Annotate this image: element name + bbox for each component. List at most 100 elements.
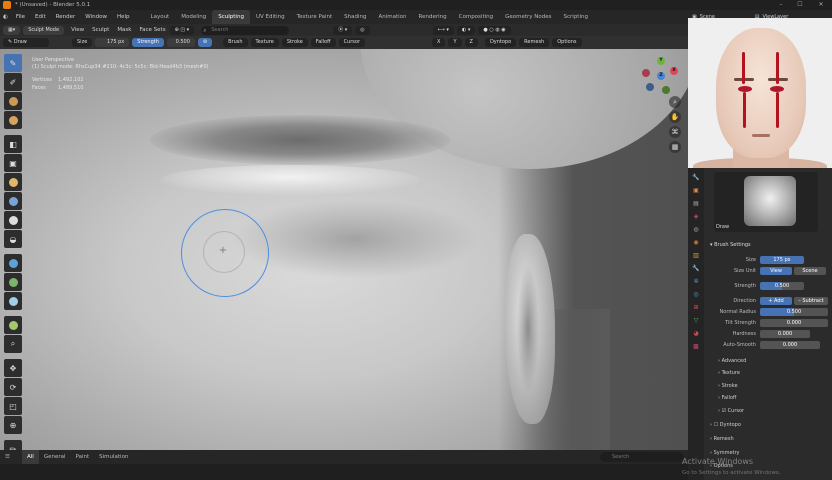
- mode-selector[interactable]: Sculpt Mode: [23, 25, 65, 35]
- menu-window[interactable]: Window: [80, 10, 112, 24]
- move-tool-icon[interactable]: ✥: [4, 359, 22, 377]
- viewport-overlays-button[interactable]: ◐ ▾: [456, 25, 476, 35]
- global-local-toggle[interactable]: ⊕ ◳ ▾: [169, 25, 195, 35]
- maximize-button[interactable]: ☐: [793, 0, 807, 10]
- texture-dropdown[interactable]: Texture: [250, 38, 279, 47]
- proportional-toggle[interactable]: ◎: [355, 25, 370, 35]
- size-field[interactable]: 175 px: [95, 38, 130, 47]
- zoom-icon[interactable]: ⌕: [669, 96, 681, 108]
- smooth-tool-icon[interactable]: [4, 211, 22, 229]
- brush-settings-header[interactable]: ▾ Brush Settings: [710, 242, 751, 248]
- cursor-dropdown[interactable]: Cursor: [338, 38, 365, 47]
- asset-tab-paint[interactable]: Paint: [71, 450, 95, 464]
- ortho-grid-icon[interactable]: ▦: [669, 141, 681, 153]
- texture-subpanel[interactable]: › Texture: [718, 370, 740, 376]
- header-search-input[interactable]: Search: [201, 25, 290, 35]
- axis-x-toggle[interactable]: X: [432, 38, 446, 47]
- crease-tool-icon[interactable]: [4, 192, 22, 210]
- gizmo-y-axis[interactable]: Y: [657, 57, 665, 65]
- shading-solid-button[interactable]: ● ○ ◍ ◉: [478, 25, 511, 35]
- menu-render[interactable]: Render: [51, 10, 81, 24]
- blender-menu-icon[interactable]: ◐: [0, 10, 11, 24]
- tab-modeling[interactable]: Modeling: [175, 10, 212, 24]
- data-tab-icon[interactable]: ▽: [691, 315, 701, 325]
- gizmo-neg-y-axis[interactable]: [662, 86, 670, 94]
- physics-tab-icon[interactable]: ◎: [691, 289, 701, 299]
- clay-strips-tool-icon[interactable]: [4, 111, 22, 129]
- stroke-subpanel[interactable]: › Stroke: [718, 383, 738, 389]
- render-tab-icon[interactable]: ▣: [691, 185, 701, 195]
- draw-sharp-tool-icon[interactable]: ✐: [4, 73, 22, 91]
- remesh-dropdown[interactable]: Remesh: [519, 38, 550, 47]
- advanced-subpanel[interactable]: › Advanced: [718, 358, 746, 364]
- direction-subtract-button[interactable]: – Subtract: [794, 297, 828, 305]
- pan-hand-icon[interactable]: ✋: [669, 111, 681, 123]
- view-layer-tab-icon[interactable]: ◈: [691, 211, 701, 221]
- stroke-dropdown[interactable]: Stroke: [281, 38, 308, 47]
- snake-hook-tool-icon[interactable]: ⌕: [4, 335, 22, 353]
- asset-tab-general[interactable]: General: [39, 450, 71, 464]
- menu-file[interactable]: File: [11, 10, 30, 24]
- active-tool-selector[interactable]: ✎ Draw: [3, 38, 49, 47]
- scrape-tool-icon[interactable]: [4, 273, 22, 291]
- scene-tab-icon[interactable]: ◍: [691, 224, 701, 234]
- tab-layout[interactable]: Layout: [145, 10, 176, 24]
- size-row-field[interactable]: 175 px: [760, 256, 804, 264]
- size-unit-view-button[interactable]: View: [760, 267, 792, 275]
- particles-tab-icon[interactable]: ✲: [691, 276, 701, 286]
- tilt-strength-field[interactable]: 0.000: [760, 319, 828, 327]
- menu-view[interactable]: View: [67, 27, 88, 33]
- brush-dropdown[interactable]: Brush: [223, 38, 248, 47]
- gizmo-neg-z-axis[interactable]: [646, 83, 654, 91]
- strength-field[interactable]: 0.500: [166, 38, 195, 47]
- options-dropdown[interactable]: Options: [552, 38, 582, 47]
- rotate-tool-icon[interactable]: ⟳: [4, 378, 22, 396]
- inflate-tool-icon[interactable]: ▣: [4, 154, 22, 172]
- asset-search-input[interactable]: Search: [600, 452, 684, 462]
- hardness-field[interactable]: 0.000: [760, 330, 810, 338]
- dyntopo-panel[interactable]: › ☐ Dyntopo: [710, 422, 741, 428]
- tab-uv-editing[interactable]: UV Editing: [250, 10, 291, 24]
- tab-texture-paint[interactable]: Texture Paint: [291, 10, 339, 24]
- tab-rendering[interactable]: Rendering: [413, 10, 453, 24]
- flatten-tool-icon[interactable]: ◒: [4, 230, 22, 248]
- grab-tool-icon[interactable]: [4, 316, 22, 334]
- gizmo-x-axis[interactable]: X: [670, 67, 678, 75]
- clay-tool-icon[interactable]: [4, 92, 22, 110]
- remesh-panel[interactable]: › Remesh: [710, 436, 734, 442]
- tab-sculpting[interactable]: Sculpting: [212, 10, 250, 24]
- material-tab-icon[interactable]: ◕: [691, 328, 701, 338]
- editor-type-button[interactable]: ▦▾: [3, 25, 21, 35]
- menu-mask[interactable]: Mask: [113, 27, 135, 33]
- asset-tab-simulation[interactable]: Simulation: [94, 450, 133, 464]
- texture-tab-icon[interactable]: ▩: [691, 341, 701, 351]
- gizmo-z-axis[interactable]: Z: [657, 72, 665, 80]
- falloff-subpanel[interactable]: › Falloff: [718, 395, 736, 401]
- minimize-button[interactable]: –: [774, 0, 788, 10]
- normal-radius-field[interactable]: 0.500: [760, 308, 828, 316]
- auto-smooth-field[interactable]: 0.000: [760, 341, 820, 349]
- navigation-gizmo[interactable]: Y X Z: [640, 55, 682, 97]
- axis-y-toggle[interactable]: Y: [448, 38, 462, 47]
- asset-tab-all[interactable]: All: [22, 450, 39, 464]
- fill-tool-icon[interactable]: [4, 254, 22, 272]
- tool-tab-icon[interactable]: 🔧: [691, 172, 701, 182]
- mirror-toggle[interactable]: ⟷ ▾: [432, 25, 454, 35]
- tab-scripting[interactable]: Scripting: [558, 10, 594, 24]
- 3d-viewport[interactable]: User Perspective (1) Sculpt mode: RhsCup…: [0, 49, 688, 450]
- falloff-dropdown[interactable]: Falloff: [310, 38, 336, 47]
- dyntopo-toggle[interactable]: Dyntopo: [484, 38, 517, 47]
- menu-face-sets[interactable]: Face Sets: [135, 27, 169, 33]
- modifier-tab-icon[interactable]: 🔧: [691, 263, 701, 273]
- world-tab-icon[interactable]: ◉: [691, 237, 701, 247]
- camera-view-icon[interactable]: ⌘: [669, 126, 681, 138]
- blob-tool-icon[interactable]: [4, 173, 22, 191]
- tab-shading[interactable]: Shading: [338, 10, 372, 24]
- cursor-subpanel[interactable]: › ☑ Cursor: [718, 408, 744, 414]
- brush-preview[interactable]: Draw: [714, 172, 818, 232]
- axis-z-toggle[interactable]: Z: [464, 38, 478, 47]
- constraints-tab-icon[interactable]: ⊞: [691, 302, 701, 312]
- direction-add-button[interactable]: + Add: [760, 297, 792, 305]
- object-tab-icon[interactable]: ▥: [691, 250, 701, 260]
- gizmo-neg-x-axis[interactable]: [642, 69, 650, 77]
